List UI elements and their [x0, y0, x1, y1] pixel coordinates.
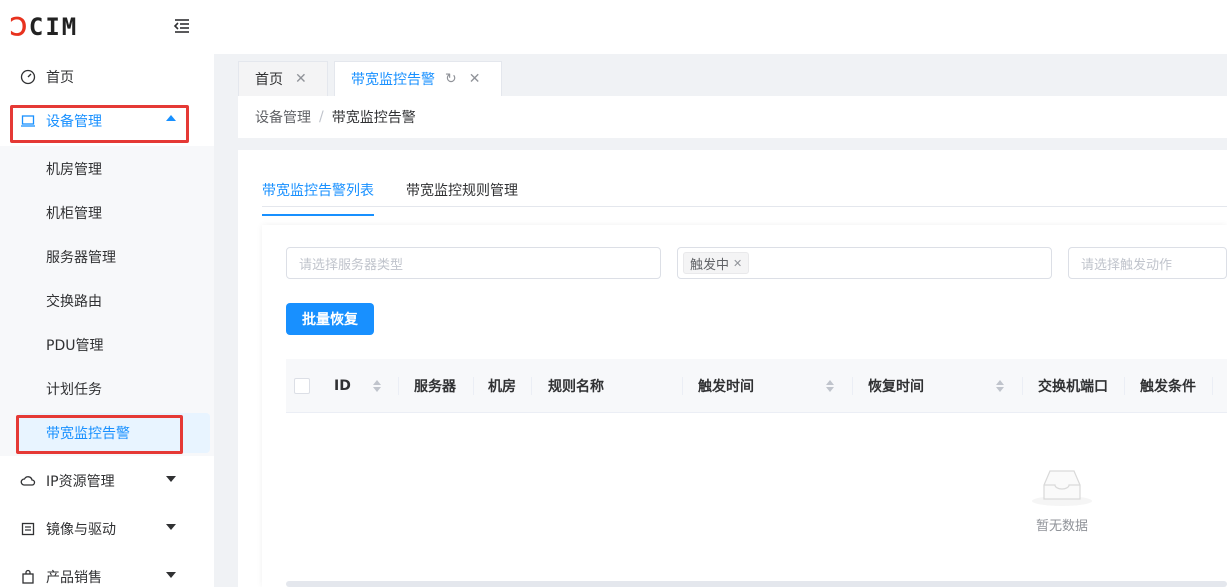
tab-alert-list[interactable]: 带宽监控告警列表 — [262, 180, 374, 216]
empty-text: 暂无数据 — [1035, 519, 1088, 534]
column-room: 机房 — [488, 379, 516, 395]
tabs-divider — [262, 206, 1227, 207]
sidebar-item-home[interactable]: 首页 — [0, 55, 214, 99]
image-icon — [20, 521, 36, 537]
tab-bandwidth-alert[interactable]: 带宽监控告警 ↻ ✕ — [334, 61, 502, 96]
submenu-item-room[interactable]: 机房管理 — [0, 147, 214, 191]
breadcrumb-current: 带宽监控告警 — [331, 110, 416, 126]
column-trigger-condition: 触发条件 — [1140, 379, 1196, 395]
logo-text: CIM — [28, 13, 79, 41]
collapse-menu-icon[interactable] — [172, 16, 192, 36]
list-panel: 请选择服务器类型 触发中 ✕ 请选择触发动作 批量恢复 ID 服务器 机房 规则… — [262, 225, 1227, 587]
breadcrumb-parent[interactable]: 设备管理 — [255, 107, 311, 127]
sidebar-item-label: 镜像与驱动 — [46, 522, 116, 538]
column-divider — [398, 377, 399, 395]
chevron-down-icon — [166, 524, 176, 530]
close-icon[interactable]: ✕ — [733, 257, 742, 270]
laptop-icon — [20, 113, 36, 129]
breadcrumb: 设备管理 / 带宽监控告警 — [238, 96, 1227, 138]
column-divider — [682, 377, 683, 395]
column-divider — [1124, 377, 1125, 395]
select-placeholder: 请选择触发动作 — [1081, 257, 1173, 273]
sidebar-item-images-drivers[interactable]: 镜像与驱动 — [0, 507, 214, 551]
close-icon[interactable]: ✕ — [295, 71, 307, 87]
main-content: 首页 ✕ 带宽监控告警 ↻ ✕ 设备管理 / 带宽监控告警 带宽监控告警列表 带… — [214, 54, 1227, 587]
select-all-checkbox[interactable] — [294, 378, 310, 394]
logo-mark: Ↄ — [10, 13, 29, 41]
column-trigger-time[interactable]: 触发时间 — [698, 359, 834, 413]
sidebar-item-device-management[interactable]: 设备管理 — [0, 99, 214, 143]
submenu-item-switch[interactable]: 交换路由 — [0, 279, 214, 323]
column-server: 服务器 — [414, 379, 456, 395]
sort-icon[interactable] — [996, 380, 1004, 392]
logo[interactable]: ↃCIM — [10, 13, 79, 41]
sort-icon[interactable] — [372, 380, 381, 392]
table-header: ID 服务器 机房 规则名称 触发时间 恢复时间 交换机端口 触发条件 — [286, 359, 1227, 413]
sidebar-item-label: 首页 — [46, 70, 74, 86]
trigger-action-select[interactable]: 请选择触发动作 — [1068, 247, 1227, 279]
refresh-icon[interactable]: ↻ — [445, 71, 457, 87]
status-tag-label: 触发中 — [690, 257, 730, 273]
empty-state: 暂无数据 — [1002, 463, 1122, 534]
sidebar-item-label: 设备管理 — [46, 114, 102, 130]
submenu-item-server[interactable]: 服务器管理 — [0, 235, 214, 279]
tab-label: 带宽监控告警 — [351, 72, 435, 88]
cloud-icon — [20, 473, 36, 489]
column-switch-port: 交换机端口 — [1038, 379, 1108, 395]
sidebar-item-label: IP资源管理 — [46, 474, 115, 490]
close-icon[interactable]: ✕ — [469, 71, 481, 87]
horizontal-scrollbar[interactable] — [286, 581, 1227, 587]
empty-box-icon — [1002, 463, 1122, 511]
column-divider — [531, 377, 532, 395]
sub-tabs: 带宽监控告警列表 带宽监控规则管理 — [262, 180, 550, 216]
chevron-down-icon — [166, 572, 176, 578]
sidebar-item-label: 产品销售 — [46, 570, 102, 586]
column-restore-time[interactable]: 恢复时间 — [868, 359, 1004, 413]
server-type-select[interactable]: 请选择服务器类型 — [286, 247, 661, 279]
tab-rule-management[interactable]: 带宽监控规则管理 — [406, 180, 518, 216]
content-card: 带宽监控告警列表 带宽监控规则管理 请选择服务器类型 触发中 ✕ 请选择触发动作… — [238, 150, 1227, 587]
tabs-bar: 首页 ✕ 带宽监控告警 ↻ ✕ — [214, 54, 1227, 96]
chevron-down-icon — [166, 476, 176, 482]
bag-icon — [20, 569, 36, 585]
column-divider — [1022, 377, 1023, 395]
submenu-item-bandwidth-alert[interactable]: 带宽监控告警 — [18, 413, 210, 453]
dashboard-icon — [20, 69, 36, 85]
submenu-item-pdu[interactable]: PDU管理 — [0, 323, 214, 367]
column-divider — [1212, 377, 1213, 395]
breadcrumb-separator: / — [319, 109, 324, 125]
column-divider — [473, 377, 474, 395]
submenu-item-tasks[interactable]: 计划任务 — [0, 367, 214, 411]
batch-restore-button[interactable]: 批量恢复 — [286, 303, 374, 335]
tab-home[interactable]: 首页 ✕ — [238, 61, 328, 96]
column-divider — [852, 377, 853, 395]
sidebar: ↃCIM 首页 设备管理 机房管理 机柜管理 服务器管理 交换路由 PDU管理 … — [0, 0, 214, 587]
column-id[interactable]: ID — [334, 359, 381, 413]
chevron-up-icon — [166, 115, 176, 121]
sidebar-item-ip-resources[interactable]: IP资源管理 — [0, 459, 214, 503]
sidebar-item-product-sales[interactable]: 产品销售 — [0, 555, 214, 587]
sort-icon[interactable] — [826, 380, 834, 392]
column-rule-name: 规则名称 — [548, 379, 604, 395]
select-placeholder: 请选择服务器类型 — [299, 257, 404, 273]
tab-label: 首页 — [255, 72, 283, 88]
submenu-item-cabinet[interactable]: 机柜管理 — [0, 191, 214, 235]
status-tag: 触发中 ✕ — [683, 252, 750, 274]
status-select[interactable]: 触发中 ✕ — [677, 247, 1052, 279]
